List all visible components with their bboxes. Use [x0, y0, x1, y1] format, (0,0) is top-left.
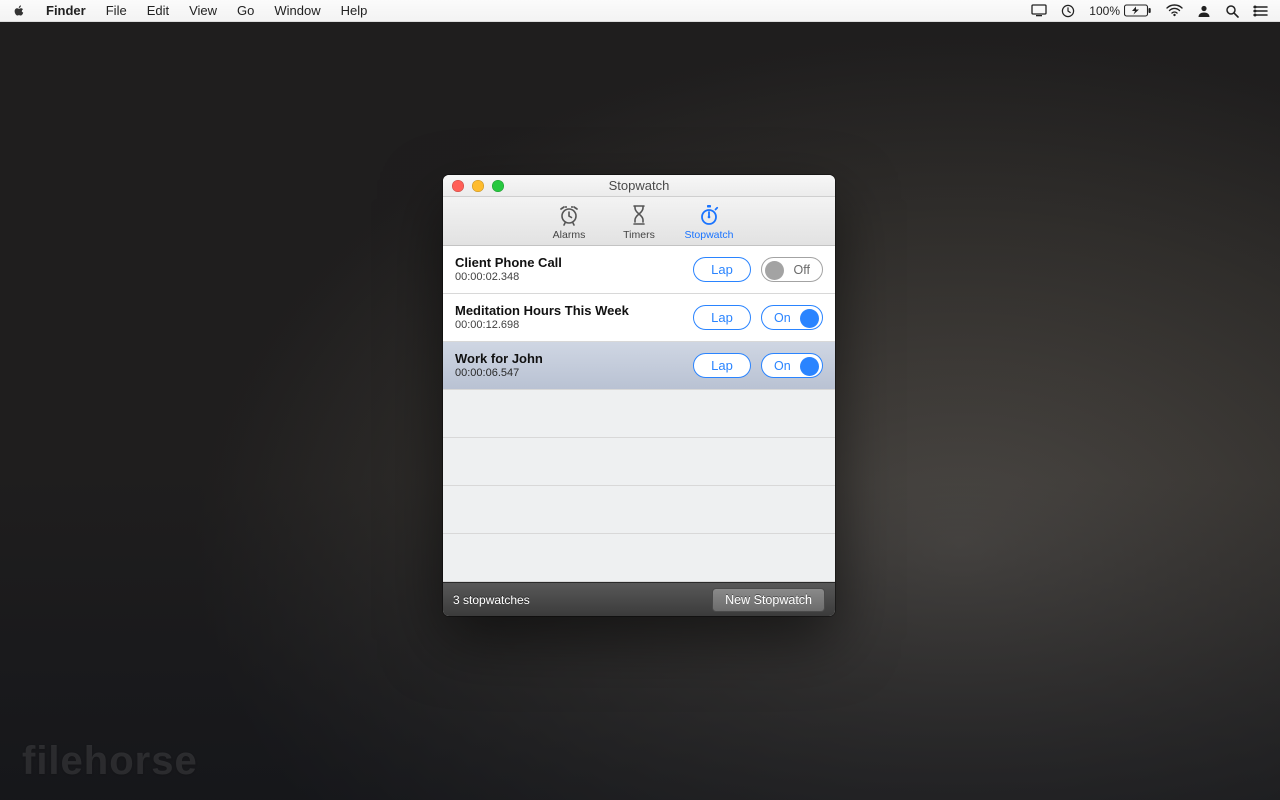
zoom-button[interactable] — [492, 180, 504, 192]
lap-button[interactable]: Lap — [693, 257, 751, 282]
traffic-lights — [443, 180, 504, 192]
empty-row — [443, 486, 835, 534]
minimize-button[interactable] — [472, 180, 484, 192]
tab-alarms[interactable]: Alarms — [541, 203, 597, 241]
menubar: Finder File Edit View Go Window Help 100… — [0, 0, 1280, 22]
close-button[interactable] — [452, 180, 464, 192]
menubar-item-window[interactable]: Window — [264, 0, 330, 22]
toggle-label: On — [774, 359, 791, 373]
battery-icon — [1124, 4, 1152, 17]
stopwatch-name: Work for John — [455, 351, 685, 367]
user-icon[interactable] — [1197, 4, 1211, 18]
toggle-knob — [800, 357, 819, 376]
empty-row — [443, 438, 835, 486]
battery-percent: 100% — [1089, 4, 1120, 18]
hourglass-icon — [627, 203, 651, 227]
toggle-on[interactable]: On — [761, 305, 823, 330]
lap-button[interactable]: Lap — [693, 305, 751, 330]
menubar-item-file[interactable]: File — [96, 0, 137, 22]
stopwatch-window: Stopwatch Alarms Timers Stopwatch Client… — [443, 175, 835, 616]
menubar-item-go[interactable]: Go — [227, 0, 264, 22]
watermark: filehorse — [22, 739, 198, 784]
menubar-app-name[interactable]: Finder — [36, 0, 96, 22]
tab-timers[interactable]: Timers — [611, 203, 667, 241]
toggle-knob — [800, 309, 819, 328]
empty-row — [443, 534, 835, 582]
titlebar[interactable]: Stopwatch — [443, 175, 835, 197]
menubar-item-help[interactable]: Help — [331, 0, 378, 22]
toggle-label: On — [774, 311, 791, 325]
stopwatch-name: Client Phone Call — [455, 255, 685, 271]
stopwatch-row[interactable]: Client Phone Call 00:00:02.348 Lap Off — [443, 246, 835, 294]
notification-center-icon[interactable] — [1253, 5, 1268, 17]
tab-stopwatch[interactable]: Stopwatch — [681, 203, 737, 241]
clock-icon[interactable] — [1061, 4, 1075, 18]
toggle-label: Off — [794, 263, 810, 277]
battery-status[interactable]: 100% — [1089, 4, 1152, 18]
tab-alarms-label: Alarms — [553, 229, 586, 241]
display-icon[interactable] — [1031, 4, 1047, 17]
empty-row — [443, 390, 835, 438]
menubar-item-edit[interactable]: Edit — [137, 0, 179, 22]
stopwatch-count: 3 stopwatches — [453, 593, 702, 607]
lap-button[interactable]: Lap — [693, 353, 751, 378]
alarm-icon — [557, 203, 581, 227]
tab-stopwatch-label: Stopwatch — [684, 229, 733, 241]
wifi-icon[interactable] — [1166, 4, 1183, 17]
stopwatch-row[interactable]: Work for John 00:00:06.547 Lap On — [443, 342, 835, 390]
toggle-knob — [765, 261, 784, 280]
apple-logo-icon[interactable] — [12, 4, 26, 18]
toolbar: Alarms Timers Stopwatch — [443, 197, 835, 246]
toggle-off[interactable]: Off — [761, 257, 823, 282]
stopwatch-icon — [697, 203, 721, 227]
spotlight-icon[interactable] — [1225, 4, 1239, 18]
stopwatch-name: Meditation Hours This Week — [455, 303, 685, 319]
tab-timers-label: Timers — [623, 229, 655, 241]
menubar-item-view[interactable]: View — [179, 0, 227, 22]
stopwatch-row[interactable]: Meditation Hours This Week 00:00:12.698 … — [443, 294, 835, 342]
new-stopwatch-button[interactable]: New Stopwatch — [712, 588, 825, 612]
window-footer: 3 stopwatches New Stopwatch — [443, 582, 835, 616]
stopwatch-time: 00:00:06.547 — [455, 367, 685, 381]
stopwatch-list: Client Phone Call 00:00:02.348 Lap Off M… — [443, 246, 835, 582]
toggle-on[interactable]: On — [761, 353, 823, 378]
stopwatch-time: 00:00:02.348 — [455, 271, 685, 285]
stopwatch-time: 00:00:12.698 — [455, 319, 685, 333]
